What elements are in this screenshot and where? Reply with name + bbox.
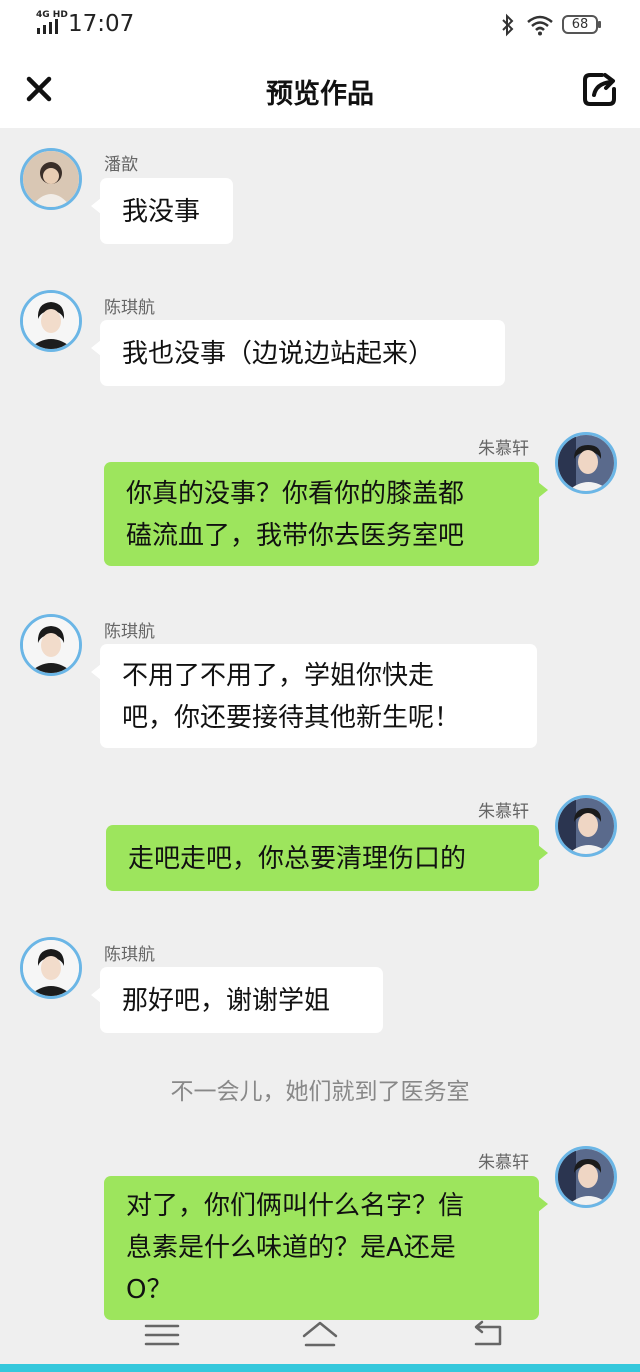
message-bubble[interactable]: 我没事 <box>91 178 233 244</box>
share-button[interactable] <box>580 69 620 109</box>
message-text: 我没事 <box>122 197 201 227</box>
avatar[interactable] <box>20 614 82 676</box>
message-bubble[interactable]: 我也没事（边说边站起来） <box>91 320 505 386</box>
message-bubble[interactable]: 走吧走吧，你总要清理伤口的 <box>106 825 548 891</box>
chat-preview-screen: 4G HD 17:07 68 预览作品 潘歆 我没事 陈琪航 我也没事（边说边站… <box>0 0 640 1372</box>
narration-text: 不一会儿，她们就到了医务室 <box>170 1079 470 1105</box>
bluetooth-icon <box>502 13 514 37</box>
message-bubble[interactable]: 你真的没事？你看你的膝盖都 磕流血了，我带你去医务室吧 <box>104 462 548 566</box>
avatar[interactable] <box>555 432 617 494</box>
wifi-icon <box>527 15 553 36</box>
avatar[interactable] <box>20 937 82 999</box>
message-text-line: 你真的没事？你看你的膝盖都 <box>126 479 465 509</box>
message-text-line: 吧，你还要接待其他新生呢！ <box>122 703 461 733</box>
message-bubble[interactable]: 不用了不用了，学姐你快走 吧，你还要接待其他新生呢！ <box>91 644 537 748</box>
message-bubble[interactable]: 对了，你们俩叫什么名字？信 息素是什么味道的？是A还是 O？ <box>104 1176 548 1320</box>
bottom-accent-strip <box>0 1364 640 1372</box>
avatar[interactable] <box>20 148 82 210</box>
page-title: 预览作品 <box>266 79 374 110</box>
message-text: 我也没事（边说边站起来） <box>122 339 435 369</box>
sender-name: 陈琪航 <box>104 298 155 318</box>
sender-name: 陈琪航 <box>104 945 155 965</box>
share-icon <box>583 73 616 106</box>
avatar[interactable] <box>20 290 82 352</box>
message-text-line: 对了，你们俩叫什么名字？信 <box>126 1191 465 1221</box>
back-icon[interactable] <box>468 1318 508 1352</box>
home-icon[interactable] <box>300 1318 340 1352</box>
clock: 17:07 <box>68 11 135 37</box>
avatar[interactable] <box>555 795 617 857</box>
message-text-line: 磕流血了，我带你去医务室吧 <box>126 521 465 551</box>
message-text: 走吧走吧，你总要清理伤口的 <box>128 844 467 874</box>
menu-icon[interactable] <box>142 1318 182 1352</box>
status-bar: 4G HD 17:07 68 <box>0 0 640 52</box>
avatar[interactable] <box>555 1146 617 1208</box>
sender-name: 潘歆 <box>104 155 138 175</box>
message-bubble[interactable]: 那好吧，谢谢学姐 <box>91 967 383 1033</box>
message-text-line: 息素是什么味道的？是A还是 <box>126 1233 456 1263</box>
sender-name: 陈琪航 <box>104 622 155 642</box>
battery-indicator: 68 <box>562 15 601 34</box>
sender-name: 朱慕轩 <box>478 1153 529 1173</box>
message-text: 那好吧，谢谢学姐 <box>122 986 331 1016</box>
sender-name: 朱慕轩 <box>478 439 529 459</box>
system-navigation-bar <box>0 1308 640 1364</box>
app-header: 预览作品 <box>0 52 640 128</box>
message-text-line: 不用了不用了，学姐你快走 <box>122 661 435 691</box>
sender-name: 朱慕轩 <box>478 802 529 822</box>
signal-strength-icon <box>37 19 58 34</box>
message-text-line: O？ <box>126 1275 173 1305</box>
